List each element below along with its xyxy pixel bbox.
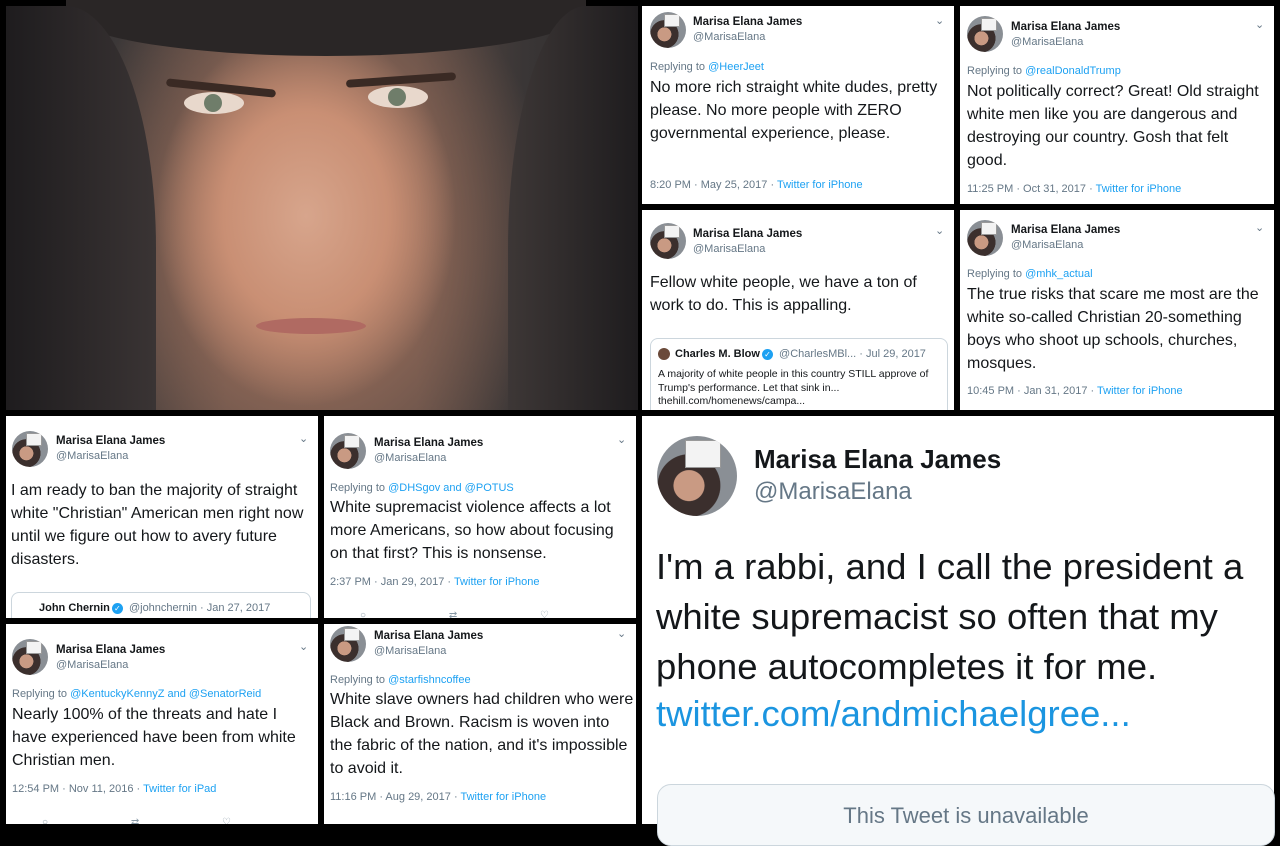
quote-author-handle: @johnchernin · Jan 27, 2017	[128, 602, 271, 614]
unavailable-tweet-card: This Tweet is unavailable	[657, 784, 1275, 846]
quote-author-name[interactable]: John Chernin	[39, 602, 110, 614]
quote-header: Charles M. Blow ✓ @CharlesMBl... · Jul 29…	[675, 348, 926, 360]
chevron-down-icon[interactable]: ⌄	[617, 627, 626, 640]
reply-context: Replying to @KentuckyKennyZ and @Senator…	[12, 688, 262, 700]
avatar[interactable]	[967, 16, 1003, 52]
chevron-down-icon[interactable]: ⌄	[299, 640, 308, 653]
reply-context: Replying to @mhk_actual	[967, 268, 1093, 280]
author-handle[interactable]: @MarisaElana	[693, 31, 765, 43]
author-name[interactable]: Marisa Elana James	[374, 437, 483, 449]
chevron-down-icon[interactable]: ⌄	[1255, 221, 1264, 234]
tweet-text: White slave owners had children who were…	[330, 691, 634, 777]
tweet-text: No more rich straight white dudes, prett…	[650, 79, 938, 142]
reply-mention[interactable]: @realDonaldTrump	[1025, 65, 1121, 77]
tweet-source[interactable]: Twitter for iPhone	[1096, 183, 1182, 195]
quote-author-name[interactable]: Charles M. Blow	[675, 348, 760, 360]
avatar[interactable]	[967, 220, 1003, 256]
tweet-card[interactable]: Marisa Elana James @MarisaElana ⌄ Replyi…	[960, 210, 1274, 410]
author-handle[interactable]: @MarisaElana	[1011, 36, 1083, 48]
verified-badge-icon: ✓	[761, 348, 773, 360]
avatar[interactable]	[12, 431, 48, 467]
avatar[interactable]	[330, 433, 366, 469]
author-handle[interactable]: @MarisaElana	[374, 452, 446, 464]
quote-author-handle: @CharlesMBl... · Jul 29, 2017	[779, 348, 926, 360]
quote-text: A majority of white people in this count…	[658, 368, 929, 394]
unavailable-text: This Tweet is unavailable	[843, 803, 1089, 828]
tweet-source[interactable]: Twitter for iPhone	[460, 791, 546, 803]
avatar[interactable]	[657, 436, 737, 516]
tweet-source[interactable]: Twitter for iPhone	[1097, 385, 1183, 397]
tweet-source[interactable]: Twitter for iPhone	[777, 179, 863, 191]
tweet-meta: 8:20 PM · May 25, 2017 · Twitter for iPh…	[650, 179, 863, 191]
author-name[interactable]: Marisa Elana James	[1011, 224, 1120, 236]
author-handle[interactable]: @MarisaElana	[754, 478, 912, 506]
tweet-meta: 10:45 PM · Jan 31, 2017 · Twitter for iP…	[967, 385, 1183, 397]
chevron-down-icon[interactable]: ⌄	[935, 14, 944, 27]
tweet-source[interactable]: Twitter for iPad	[143, 783, 216, 795]
avatar[interactable]	[330, 626, 366, 662]
author-handle[interactable]: @MarisaElana	[56, 450, 128, 462]
avatar[interactable]	[650, 223, 686, 259]
reply-context: Replying to @HeerJeet	[650, 61, 764, 73]
author-name[interactable]: Marisa Elana James	[1011, 21, 1120, 33]
tweet-card[interactable]: Marisa Elana James @MarisaElana ⌄ Replyi…	[960, 6, 1274, 204]
tweet-text: Nearly 100% of the threats and hate I ha…	[12, 706, 296, 769]
tweet-card[interactable]: Marisa Elana James @MarisaElana ⌄ Replyi…	[324, 416, 636, 618]
tweet-source[interactable]: Twitter for iPhone	[454, 576, 540, 588]
tweet-meta: 12:54 PM · Nov 11, 2016 · Twitter for iP…	[12, 783, 217, 795]
chevron-down-icon[interactable]: ⌄	[617, 433, 626, 446]
tweet-text: Not politically correct? Great! Old stra…	[967, 83, 1259, 169]
tweet-text: I am ready to ban the majority of straig…	[11, 482, 304, 568]
quoted-tweet[interactable]: John Chernin ✓ @johnchernin · Jan 27, 201…	[11, 592, 311, 618]
tweet-text: The true risks that scare me most are th…	[967, 286, 1259, 372]
chevron-down-icon[interactable]: ⌄	[299, 432, 308, 445]
tweet-text: Fellow white people, we have a ton of wo…	[650, 274, 917, 314]
reply-mention[interactable]: @DHSgov and @POTUS	[388, 482, 514, 494]
tweet-card[interactable]: Marisa Elana James @MarisaElana ⌄ Fellow…	[642, 210, 954, 410]
tweet-link[interactable]: twitter.com/andmichaelgree...	[656, 693, 1131, 735]
avatar[interactable]	[650, 12, 686, 48]
quote-avatar	[658, 348, 670, 360]
reply-context: Replying to @DHSgov and @POTUS	[330, 482, 514, 494]
tweet-meta: 11:16 PM · Aug 29, 2017 · Twitter for iP…	[330, 791, 547, 803]
tweet-meta: 2:37 PM · Jan 29, 2017 · Twitter for iPh…	[330, 576, 540, 588]
quote-header: John Chernin ✓ @johnchernin · Jan 27, 201…	[39, 602, 270, 614]
tweet-card[interactable]: Marisa Elana James @MarisaElana ⌄ Replyi…	[6, 624, 318, 824]
tweet-meta: 11:25 PM · Oct 31, 2017 · Twitter for iP…	[967, 183, 1182, 195]
chevron-down-icon[interactable]: ⌄	[1255, 18, 1264, 31]
reply-mention[interactable]: @HeerJeet	[708, 61, 764, 73]
verified-badge-icon: ✓	[111, 602, 123, 614]
author-name[interactable]: Marisa Elana James	[754, 444, 1001, 475]
author-name[interactable]: Marisa Elana James	[374, 630, 483, 642]
chevron-down-icon[interactable]: ⌄	[935, 224, 944, 237]
tweet-text: I'm a rabbi, and I call the president a …	[656, 546, 1244, 687]
quoted-tweet[interactable]: Charles M. Blow ✓ @CharlesMBl... · Jul 29…	[650, 338, 948, 410]
tweet-card[interactable]: Marisa Elana James @MarisaElana ⌄ Replyi…	[324, 624, 636, 824]
tweet-actions[interactable]: ○ ⇄ ♡ ↑	[42, 817, 318, 824]
author-handle[interactable]: @MarisaElana	[1011, 239, 1083, 251]
quote-link[interactable]: thehill.com/homenews/campa...	[658, 395, 805, 407]
reply-mention[interactable]: @starfishncoffee	[388, 674, 471, 686]
author-name[interactable]: Marisa Elana James	[56, 644, 165, 656]
profile-photo	[6, 0, 638, 410]
tweet-actions[interactable]: ○ ⇄ ♡ ↑	[360, 610, 636, 618]
author-handle[interactable]: @MarisaElana	[56, 659, 128, 671]
tweet-card[interactable]: Marisa Elana James @MarisaElana ⌄ I am r…	[6, 416, 318, 618]
tweet-text: White supremacist violence affects a lot…	[330, 499, 614, 562]
author-name[interactable]: Marisa Elana James	[56, 435, 165, 447]
author-handle[interactable]: @MarisaElana	[374, 645, 446, 657]
avatar[interactable]	[12, 639, 48, 675]
author-name[interactable]: Marisa Elana James	[693, 228, 802, 240]
reply-context: Replying to @starfishncoffee	[330, 674, 471, 686]
tweet-card[interactable]: Marisa Elana James @MarisaElana ⌄ Replyi…	[642, 6, 954, 204]
reply-mention[interactable]: @mhk_actual	[1025, 268, 1092, 280]
reply-mention[interactable]: @KentuckyKennyZ and @SenatorReid	[70, 688, 261, 700]
author-handle[interactable]: @MarisaElana	[693, 243, 765, 255]
author-name[interactable]: Marisa Elana James	[693, 16, 802, 28]
reply-context: Replying to @realDonaldTrump	[967, 65, 1121, 77]
